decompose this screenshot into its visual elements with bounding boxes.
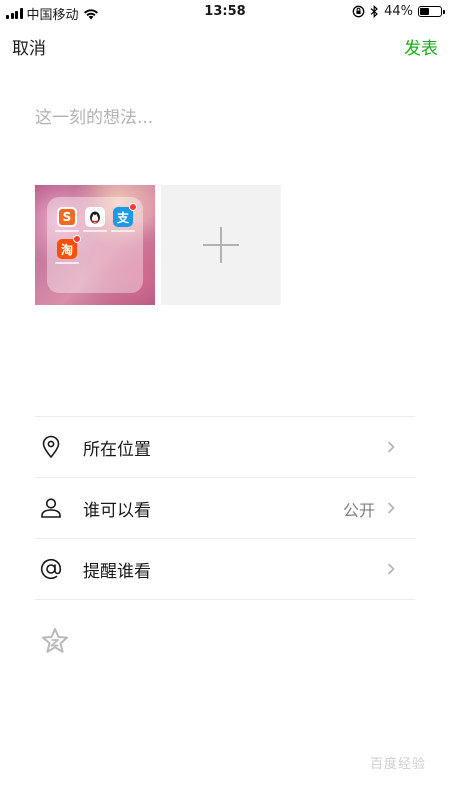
add-photo-button[interactable] [161,185,281,305]
at-sign-icon [40,558,62,580]
plus-icon [220,227,222,263]
watermark: 百度经验 [369,757,426,772]
photo-thumbnail[interactable]: S 支 淘 [35,185,155,305]
post-options-list: 所在位置 谁可以看 公开 提醒谁看 [35,416,415,600]
person-icon [41,498,61,518]
location-label: 所在位置 [83,440,151,460]
mention-label: 提醒谁看 [83,562,151,582]
qq-app-icon [85,207,105,227]
orientation-lock-icon [352,5,365,18]
penguin-icon [90,211,100,224]
mention-row[interactable]: 提醒谁看 [35,539,415,600]
visibility-value: 公开 [342,501,375,520]
status-bar: 中国移动 13:58 44% [0,0,450,24]
notification-badge [73,235,81,243]
battery-fill [420,8,429,15]
publish-button[interactable]: 发表 [404,34,438,59]
chevron-right-icon [387,441,395,453]
app-folder-icon: S 支 淘 [47,197,143,293]
chevron-right-icon [387,563,395,575]
status-right: 44% [352,4,445,19]
location-row[interactable]: 所在位置 [35,417,415,478]
bluetooth-icon [370,5,378,18]
battery-icon [418,6,445,17]
visibility-label: 谁可以看 [83,501,151,521]
star-icon[interactable] [40,626,70,656]
cancel-button[interactable]: 取消 [12,34,46,59]
battery-percent: 44% [384,4,413,19]
chevron-right-icon [387,502,395,514]
visibility-row[interactable]: 谁可以看 公开 [35,478,415,539]
post-text-input[interactable] [35,98,415,138]
sogou-app-icon: S [57,207,77,227]
location-pin-icon [42,435,60,459]
notification-badge [129,203,137,211]
